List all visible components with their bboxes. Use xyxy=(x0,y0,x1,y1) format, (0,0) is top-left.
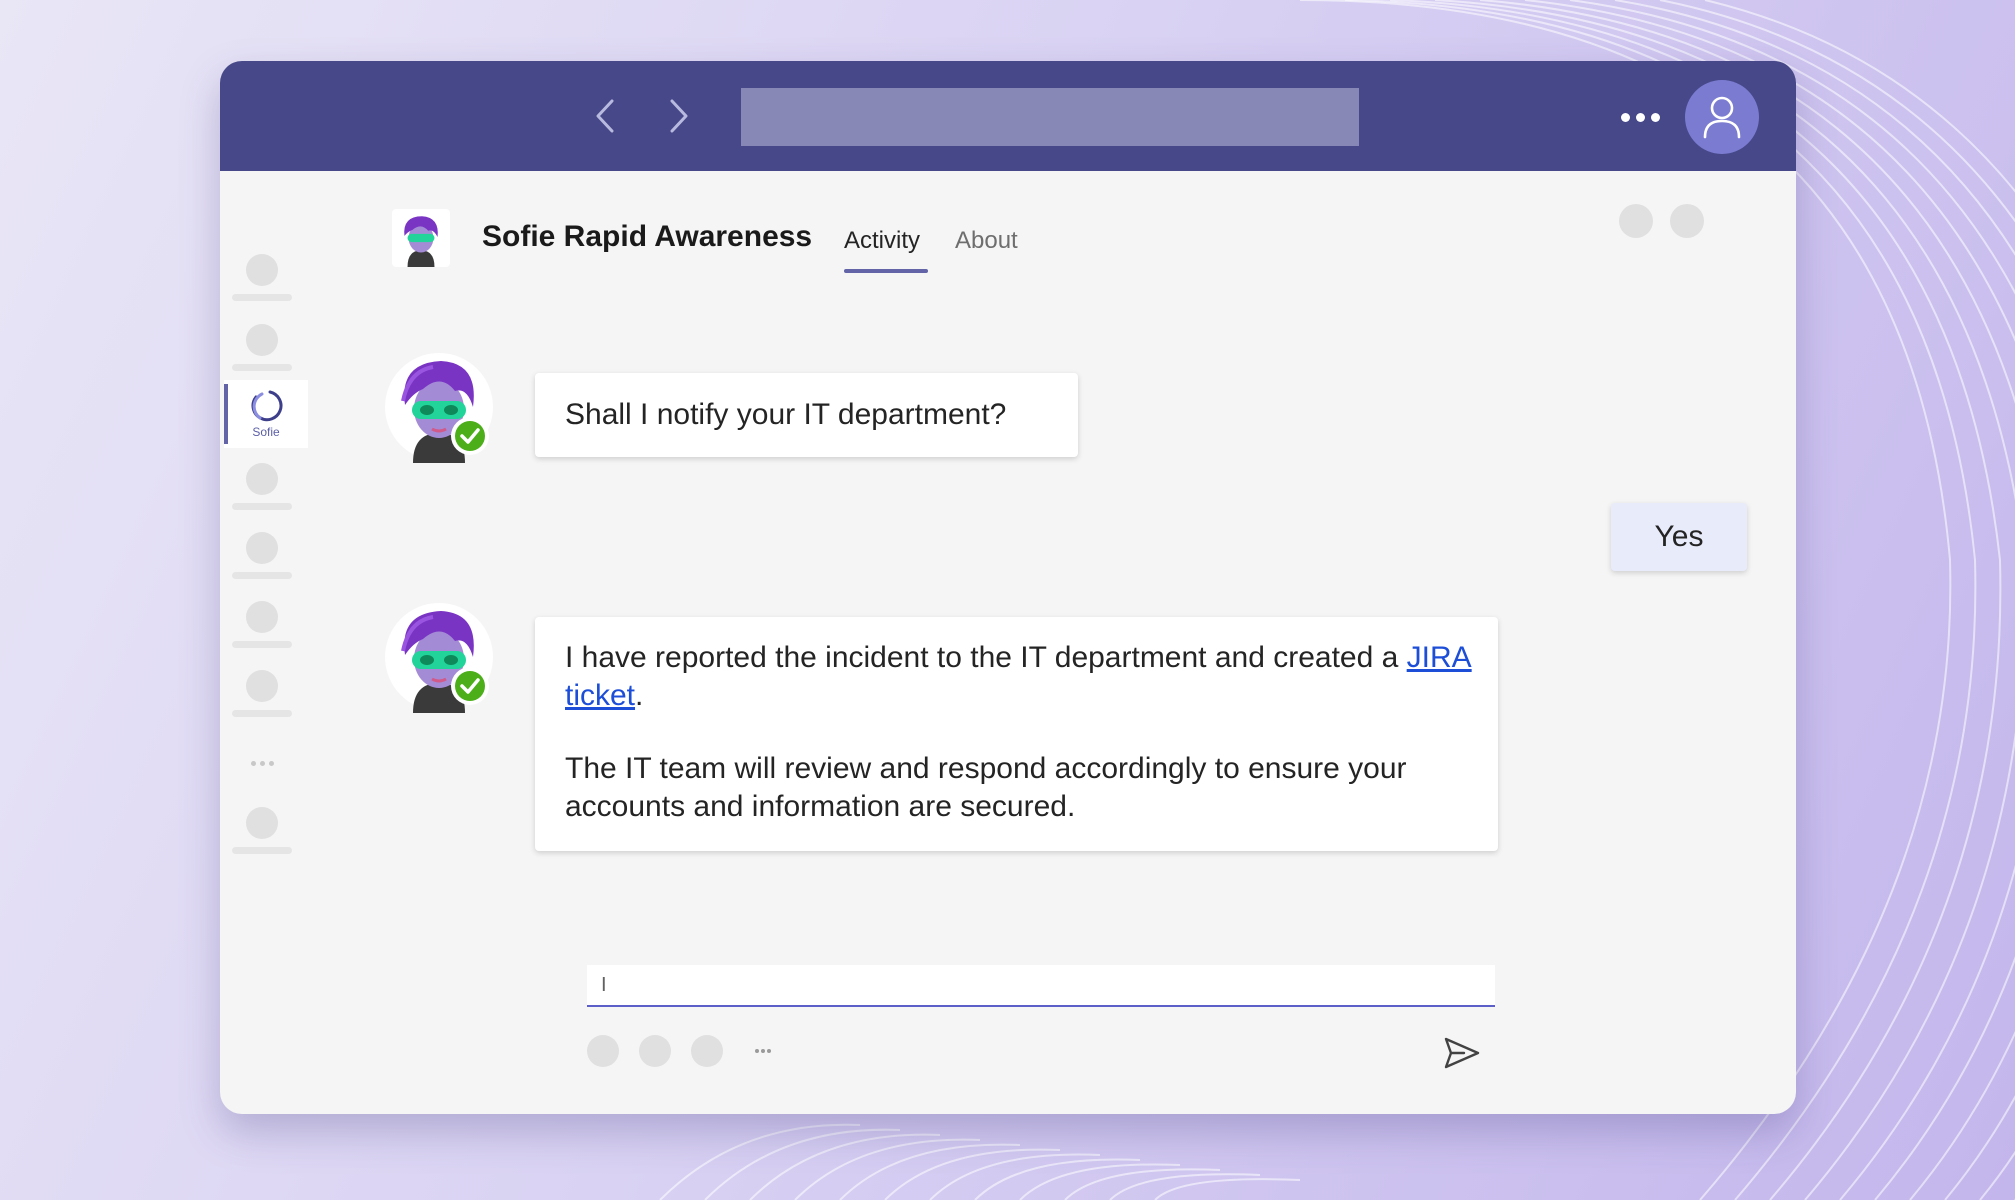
bot-message: I have reported the incident to the IT d… xyxy=(535,617,1498,851)
chevron-left-icon xyxy=(596,99,614,133)
more-horizontal-icon xyxy=(1620,112,1630,122)
compose-tool-button[interactable] xyxy=(639,1035,671,1067)
message-paragraph: The IT team will review and respond acco… xyxy=(565,752,1407,823)
tab-about[interactable]: About xyxy=(955,227,1018,255)
title-bar xyxy=(220,61,1796,171)
tab-activity[interactable]: Activity xyxy=(844,227,920,255)
left-rail: Sofie xyxy=(220,171,310,1114)
rail-item-sofie[interactable]: Sofie xyxy=(224,380,308,448)
active-tab-indicator xyxy=(844,269,928,273)
app-window: Sofie Sofie Rapid Awareness Activity Abo… xyxy=(220,61,1796,1114)
user-message: Yes xyxy=(1611,503,1747,571)
more-options-button[interactable] xyxy=(1610,89,1670,145)
bot-avatar xyxy=(383,351,495,463)
rail-item[interactable] xyxy=(232,324,292,384)
more-horizontal-icon xyxy=(755,1049,759,1053)
online-status-icon xyxy=(451,417,489,455)
app-icon xyxy=(392,209,450,267)
rail-item-label: Sofie xyxy=(252,425,280,439)
rail-item[interactable] xyxy=(232,807,292,867)
message-text: . xyxy=(635,679,644,712)
bot-avatar xyxy=(383,601,495,713)
rail-more-button[interactable] xyxy=(242,756,282,770)
more-horizontal-icon xyxy=(250,760,256,766)
message-text: Shall I notify your IT department? xyxy=(565,398,1007,431)
rail-item[interactable] xyxy=(232,601,292,661)
chevron-right-icon xyxy=(670,99,688,133)
header-action-button[interactable] xyxy=(1619,204,1653,238)
profile-button[interactable] xyxy=(1685,80,1759,154)
send-icon xyxy=(1444,1037,1480,1069)
sofie-avatar-icon xyxy=(393,210,449,267)
back-button[interactable] xyxy=(586,95,628,137)
message-input[interactable] xyxy=(587,965,1495,1007)
compose-more-button[interactable] xyxy=(750,1044,776,1058)
rail-item[interactable] xyxy=(232,463,292,523)
sofie-logo-icon xyxy=(251,390,283,422)
rail-item[interactable] xyxy=(232,670,292,730)
bot-message: Shall I notify your IT department? xyxy=(535,373,1078,457)
compose-tool-button[interactable] xyxy=(587,1035,619,1067)
forward-button[interactable] xyxy=(656,95,698,137)
header-action-button[interactable] xyxy=(1670,204,1704,238)
send-button[interactable] xyxy=(1442,1033,1482,1073)
message-text: I have reported the incident to the IT d… xyxy=(565,641,1407,674)
rail-item[interactable] xyxy=(232,532,292,592)
online-status-icon xyxy=(451,667,489,705)
rail-item[interactable] xyxy=(232,254,292,314)
person-icon xyxy=(1703,96,1741,139)
message-paragraph: I have reported the incident to the IT d… xyxy=(565,639,1475,715)
search-input[interactable] xyxy=(741,88,1359,146)
page-title: Sofie Rapid Awareness xyxy=(482,220,813,253)
compose-tool-button[interactable] xyxy=(691,1035,723,1067)
